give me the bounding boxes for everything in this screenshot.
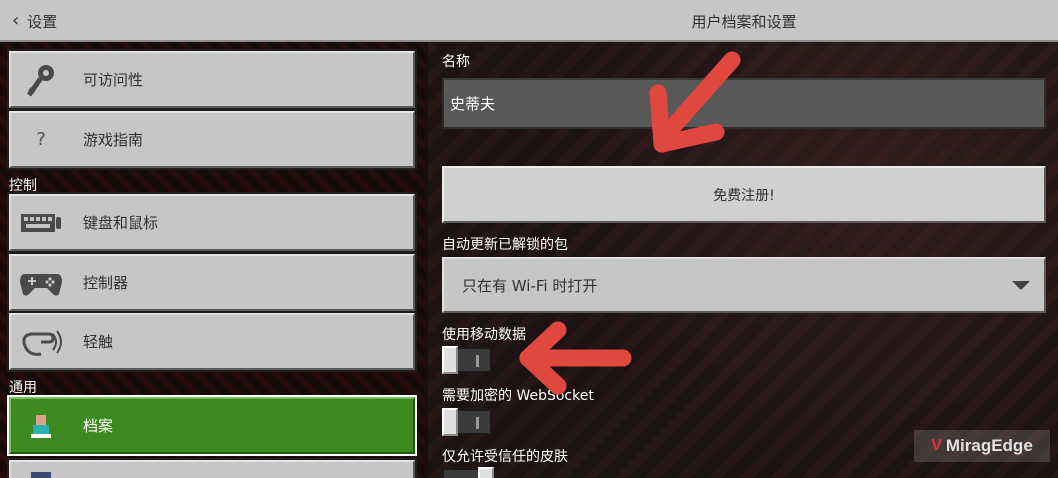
question-icon: ? <box>36 129 46 150</box>
sidebar-item-accessibility[interactable]: 可访问性 <box>7 49 417 110</box>
signup-button[interactable]: 免费注册! <box>442 166 1046 223</box>
sidebar-item-how-to-play[interactable]: ? 游戏指南 <box>7 109 417 170</box>
touch-icon <box>11 315 71 368</box>
keyboard-icon <box>11 196 71 249</box>
key-icon <box>11 53 71 106</box>
watermark-text: MiragEdge <box>945 436 1033 455</box>
annotation-arrow-icon <box>519 321 632 395</box>
sidebar-item-keyboard-mouse[interactable]: 键盘和鼠标 <box>7 192 417 253</box>
sidebar-item-profile[interactable]: 档案 <box>7 395 417 456</box>
toggle-off-mark <box>476 417 479 429</box>
back-label: 设置 <box>27 12 58 31</box>
trusted-skins-toggle[interactable] <box>442 467 494 478</box>
toggle-knob <box>442 346 458 374</box>
section-label-controls: 控制 <box>9 178 37 194</box>
sidebar-item-touch[interactable]: 轻触 <box>7 311 417 372</box>
monitor-icon <box>11 462 71 478</box>
auto-update-dropdown[interactable]: 只在有 Wi-Fi 时打开 <box>442 257 1046 313</box>
settings-sidebar: 可访问性 ? 游戏指南 控制 键盘和鼠标 控制器 轻触 通用 档案 <box>0 42 425 478</box>
sidebar-item-label: 键盘和鼠标 <box>83 214 159 232</box>
sidebar-item-next[interactable] <box>7 458 417 478</box>
auto-update-label: 自动更新已解锁的包 <box>442 237 568 253</box>
toggle-knob <box>442 408 458 436</box>
profile-icon <box>11 399 71 452</box>
top-bar: ‹ 设置 用户档案和设置 <box>0 0 1058 42</box>
sidebar-item-label: 轻触 <box>83 333 114 351</box>
mobile-data-toggle[interactable] <box>442 346 492 374</box>
sidebar-item-label: 档案 <box>83 417 114 435</box>
websocket-toggle[interactable] <box>442 408 492 436</box>
sidebar-item-controller[interactable]: 控制器 <box>7 252 417 313</box>
toggle-off-mark <box>476 355 479 367</box>
gamepad-icon <box>11 256 71 309</box>
trusted-skins-label: 仅允许受信任的皮肤 <box>442 449 568 465</box>
page-title: 用户档案和设置 <box>691 13 797 31</box>
sidebar-item-label: 控制器 <box>83 274 129 292</box>
annotation-arrow-icon <box>649 51 741 153</box>
section-label-general: 通用 <box>9 380 37 396</box>
back-button[interactable]: ‹ 设置 <box>12 9 57 33</box>
sidebar-item-label: 可访问性 <box>83 71 144 89</box>
dropdown-value: 只在有 Wi-Fi 时打开 <box>462 276 598 295</box>
toggle-knob <box>478 467 494 478</box>
name-label: 名称 <box>442 54 470 70</box>
watermark-mark: V <box>931 437 942 454</box>
sidebar-item-label: 游戏指南 <box>83 131 144 149</box>
chevron-down-icon <box>1012 281 1030 290</box>
watermark: V MiragEdge <box>914 430 1050 462</box>
chevron-left-icon: ‹ <box>12 10 20 31</box>
